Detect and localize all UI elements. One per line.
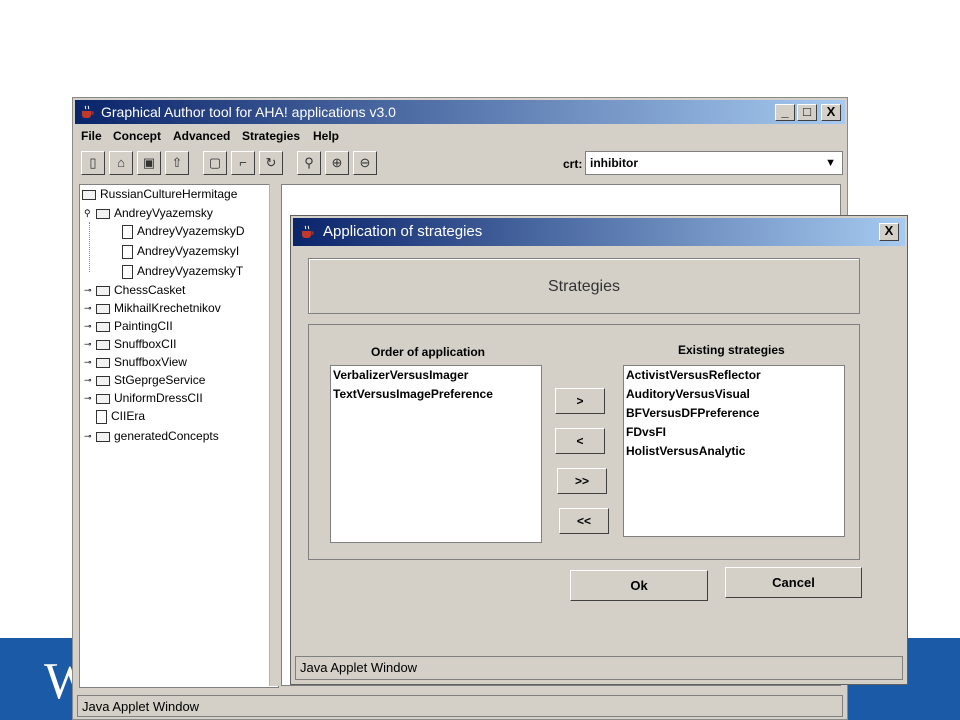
refresh-icon[interactable]: ↻ (259, 151, 283, 175)
document-icon (122, 224, 133, 239)
save-icon[interactable]: ▣ (137, 151, 161, 175)
list-item[interactable]: AuditoryVersusVisual (624, 385, 844, 404)
collapsed-handle-icon[interactable]: ⊸ (84, 300, 94, 317)
close-button[interactable]: X (821, 104, 841, 121)
menu-concept[interactable]: Concept (113, 129, 161, 143)
tree-node-collapsed[interactable]: ⊸ StGeprgeService (84, 372, 205, 389)
dialog-titlebar: Application of strategies X (293, 218, 905, 246)
tree-node-collapsed[interactable]: ⊸ SnuffboxView (84, 354, 187, 371)
applet-status-bar: Java Applet Window (77, 695, 843, 717)
new-concept-icon[interactable]: ▢ (203, 151, 227, 175)
applied-strategies-list[interactable]: VerbalizerVersusImager TextVersusImagePr… (330, 365, 542, 543)
concept-tree: RussianCultureHermitage ⚲ AndreyVyazemsky… (79, 184, 279, 688)
zoom-icon[interactable]: ⚲ (297, 151, 321, 175)
existing-header: Existing strategies (678, 343, 785, 357)
expanded-handle-icon[interactable]: ⚲ (84, 205, 94, 222)
tree-node-collapsed[interactable]: ⊸ UniformDressCII (84, 390, 203, 407)
list-item[interactable]: ActivistVersusReflector (624, 366, 844, 385)
collapsed-handle-icon[interactable]: ⊸ (84, 336, 94, 353)
list-item[interactable]: TextVersusImagePreference (331, 385, 541, 404)
tree-node-child[interactable]: AndreyVyazemskyD (122, 223, 245, 240)
collapsed-handle-icon[interactable]: ⊸ (84, 354, 94, 371)
chevron-down-icon: ▼ (825, 157, 836, 169)
window-titlebar: Graphical Author tool for AHA! applicati… (75, 100, 845, 124)
tree-node-collapsed[interactable]: ⊸ generatedConcepts (84, 428, 219, 445)
folder-icon (96, 375, 110, 386)
document-icon (122, 244, 133, 259)
document-icon (122, 264, 133, 279)
java-cup-icon (82, 105, 94, 118)
list-item[interactable]: FDvsFI (624, 423, 844, 442)
menu-advanced[interactable]: Advanced (173, 129, 230, 143)
tree-node-root[interactable]: RussianCultureHermitage (82, 186, 237, 203)
folder-icon (96, 431, 110, 442)
cancel-button[interactable]: Cancel (725, 567, 862, 598)
crt-label: crt: (563, 157, 583, 171)
move-right-button[interactable]: > (555, 388, 605, 414)
folder-icon (96, 321, 110, 332)
folder-icon (96, 303, 110, 314)
maximize-button[interactable]: □ (797, 104, 817, 121)
collapsed-handle-icon[interactable]: ⊸ (84, 372, 94, 389)
crt-select[interactable]: inhibitor ▼ (585, 151, 843, 175)
tree-node-collapsed[interactable]: ⊸ MikhailKrechetnikov (84, 300, 221, 317)
strategies-dialog: Application of strategies X Strategies O… (290, 215, 908, 685)
collapsed-handle-icon[interactable]: ⊸ (84, 428, 94, 445)
list-item[interactable]: HolistVersusAnalytic (624, 442, 844, 461)
upload-icon[interactable]: ⇧ (165, 151, 189, 175)
tree-node-collapsed[interactable]: ⊸ PaintingCII (84, 318, 173, 335)
existing-strategies-list[interactable]: ActivistVersusReflector AuditoryVersusVi… (623, 365, 845, 537)
dialog-title: Application of strategies (323, 223, 483, 240)
dialog-close-button[interactable]: X (879, 223, 899, 241)
menu-strategies[interactable]: Strategies (242, 129, 300, 143)
tree-node-child[interactable]: AndreyVyazemskyT (122, 263, 243, 280)
tree-node-expanded[interactable]: ⚲ AndreyVyazemsky (84, 205, 213, 222)
tree-connector (89, 222, 90, 272)
open-folder-icon[interactable]: ⌂ (109, 151, 133, 175)
toolbar: ▯ ⌂ ▣ ⇧ ▢ ⌐ ↻ ⚲ ⊕ ⊖ crt: inhibitor ▼ (75, 148, 845, 180)
collapsed-handle-icon[interactable]: ⊸ (84, 282, 94, 299)
list-item[interactable]: BFVersusDFPreference (624, 404, 844, 423)
tree-node-collapsed[interactable]: ⊸ SnuffboxCII (84, 336, 176, 353)
new-file-icon[interactable]: ▯ (81, 151, 105, 175)
ok-button[interactable]: Ok (570, 570, 708, 601)
folder-icon (96, 285, 110, 296)
link-concepts-icon[interactable]: ⌐ (231, 151, 255, 175)
move-left-button[interactable]: < (555, 428, 605, 454)
dialog-status-bar: Java Applet Window (295, 656, 903, 680)
folder-icon (82, 189, 96, 200)
collapsed-handle-icon[interactable]: ⊸ (84, 390, 94, 407)
order-header: Order of application (371, 345, 486, 359)
zoom-out-icon[interactable]: ⊖ (353, 151, 377, 175)
list-item[interactable]: VerbalizerVersusImager (331, 366, 541, 385)
strategies-header: Strategies (308, 258, 860, 314)
move-all-right-button[interactable]: >> (557, 468, 607, 494)
menu-help[interactable]: Help (313, 129, 339, 143)
menu-file[interactable]: File (81, 129, 102, 143)
tree-node-collapsed[interactable]: ⊸ ChessCasket (84, 282, 185, 299)
java-cup-icon (302, 225, 314, 238)
menu-bar: File Concept Advanced Strategies Help (75, 126, 845, 146)
folder-icon (96, 393, 110, 404)
tree-node-child[interactable]: AndreyVyazemskyI (122, 243, 239, 260)
window-title: Graphical Author tool for AHA! applicati… (101, 104, 396, 120)
crt-value: inhibitor (590, 156, 638, 170)
tree-node-leaf[interactable]: CIIEra (96, 408, 145, 425)
collapsed-handle-icon[interactable]: ⊸ (84, 318, 94, 335)
strategies-panel: Order of application Existing strategies… (308, 324, 860, 560)
folder-icon (96, 339, 110, 350)
document-icon (96, 409, 107, 424)
minimize-button[interactable]: _ (775, 104, 795, 121)
folder-icon (96, 357, 110, 368)
folder-icon (96, 208, 110, 219)
zoom-in-icon[interactable]: ⊕ (325, 151, 349, 175)
move-all-left-button[interactable]: << (559, 508, 609, 534)
